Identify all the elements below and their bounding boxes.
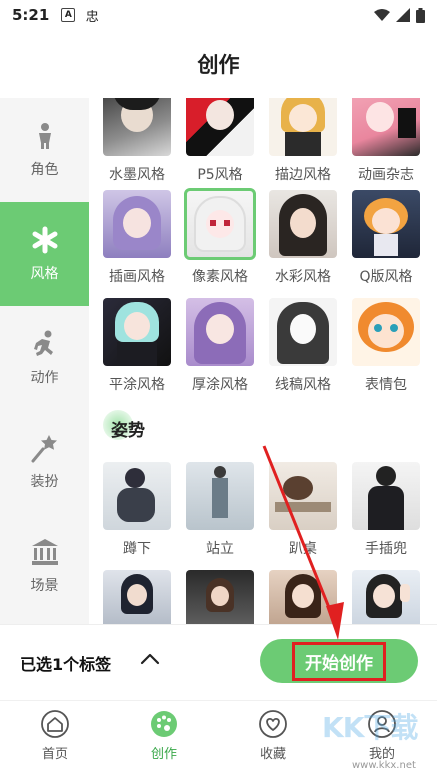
style-thumbnail	[103, 190, 171, 258]
page-title: 创作	[197, 53, 240, 77]
tab-label: 首页	[41, 747, 68, 762]
selection-bar: 已选1个标签 开始创作	[0, 624, 437, 696]
sidebar-item-label: 装扮	[30, 474, 59, 490]
style-card-ink[interactable]: 水墨风格	[102, 98, 172, 184]
start-create-label: 开始创作	[292, 641, 386, 681]
sidebar-item-label: 场景	[30, 578, 59, 594]
building-icon	[31, 539, 58, 565]
pose-card-desk[interactable]: 趴桌	[268, 462, 338, 558]
palette-icon	[151, 711, 177, 737]
running-icon	[33, 330, 53, 356]
home-icon	[41, 710, 69, 738]
pose-label: 手插兜	[365, 541, 407, 557]
pose-label: 站立	[206, 541, 234, 557]
style-thumbnail	[352, 98, 420, 156]
pose-card-8[interactable]	[351, 570, 421, 624]
style-thumbnail	[269, 98, 337, 156]
style-thumbnail	[269, 190, 337, 258]
notification-app-icon: 忠	[85, 9, 99, 25]
pose-thumbnail	[103, 462, 171, 530]
style-thumbnail	[352, 298, 420, 366]
chevron-up-icon[interactable]	[138, 647, 162, 671]
sidebar-item-style[interactable]: 风格	[0, 202, 89, 306]
wifi-icon	[374, 9, 390, 21]
style-label: 平涂风格	[109, 377, 165, 393]
pose-card-squat[interactable]: 蹲下	[102, 462, 172, 558]
style-thumbnail	[103, 98, 171, 156]
pose-card-6[interactable]	[185, 570, 255, 624]
pose-thumbnail	[269, 462, 337, 530]
style-card-illustration[interactable]: 插画风格	[102, 190, 172, 286]
sidebar-item-outfit[interactable]: 装扮	[0, 410, 89, 514]
wand-icon	[31, 435, 57, 463]
battery-icon	[416, 7, 425, 23]
selected-tags-count: 已选1个标签	[20, 655, 112, 674]
style-label: 描边风格	[275, 167, 331, 183]
style-label: 水墨风格	[109, 167, 165, 183]
style-card-watercolor[interactable]: 水彩风格	[268, 190, 338, 286]
section-title-pose: 姿势	[111, 421, 145, 441]
pose-thumbnail	[103, 570, 171, 624]
style-card-lineart[interactable]: 线稿风格	[268, 298, 338, 394]
style-label: 线稿风格	[275, 377, 331, 393]
style-card-p5[interactable]: P5风格	[185, 98, 255, 184]
pose-thumbnail	[186, 462, 254, 530]
style-card-chibi[interactable]: Q版风格	[351, 190, 421, 286]
style-label: 动画杂志	[358, 167, 414, 183]
tab-label: 创作	[150, 747, 177, 762]
style-thumbnail	[269, 298, 337, 366]
person-icon	[38, 123, 51, 149]
style-card-sticker[interactable]: 表情包	[351, 298, 421, 394]
sidebar-item-scene[interactable]: 场景	[0, 514, 89, 618]
signal-icon	[396, 8, 410, 22]
sidebar-item-label: 角色	[30, 162, 59, 178]
style-label: 水彩风格	[275, 269, 331, 285]
sidebar-item-label: 动作	[30, 370, 59, 386]
style-label: P5风格	[197, 167, 243, 183]
style-thumbnail	[352, 190, 420, 258]
pose-thumbnail	[352, 570, 420, 624]
pose-label: 蹲下	[123, 541, 151, 557]
pose-card-5[interactable]	[102, 570, 172, 624]
style-grid: 水墨风格 P5风格 描边风格 动画杂志 插画风格 像素风格 水彩风格 Q版风格 …	[89, 98, 437, 624]
watermark-logo: KK下载	[322, 711, 418, 744]
style-thumbnail	[186, 298, 254, 366]
style-label: 插画风格	[109, 269, 165, 285]
pose-card-hands-in-pockets[interactable]: 手插兜	[351, 462, 421, 558]
sidebar-item-role[interactable]: 角色	[0, 98, 89, 202]
style-card-thick-paint[interactable]: 厚涂风格	[185, 298, 255, 394]
style-card-anime-magazine[interactable]: 动画杂志	[351, 98, 421, 184]
tab-create[interactable]: 创作	[129, 709, 199, 762]
tab-favorites[interactable]: 收藏	[238, 709, 308, 762]
notification-a-icon: A	[61, 8, 76, 22]
asterisk-icon	[32, 226, 57, 254]
tab-label: 收藏	[259, 747, 286, 762]
pose-thumbnail	[269, 570, 337, 624]
pose-label: 趴桌	[289, 541, 317, 557]
sidebar-item-label: 风格	[30, 266, 59, 282]
style-label: 像素风格	[192, 269, 248, 285]
style-thumbnail	[103, 298, 171, 366]
style-label: Q版风格	[359, 269, 413, 285]
pose-card-7[interactable]	[268, 570, 338, 624]
category-sidebar: 角色 风格 动作 装扮 场景	[0, 98, 89, 624]
style-thumbnail	[186, 98, 254, 156]
pose-thumbnail	[352, 462, 420, 530]
pose-card-stand[interactable]: 站立	[185, 462, 255, 558]
style-card-outline[interactable]: 描边风格	[268, 98, 338, 184]
pose-thumbnail	[186, 570, 254, 624]
sidebar-item-action[interactable]: 动作	[0, 306, 89, 410]
style-label: 表情包	[365, 377, 407, 393]
tab-home[interactable]: 首页	[20, 709, 90, 762]
page-header: 创作	[0, 30, 437, 98]
status-time: 5:21	[12, 6, 50, 24]
heart-icon	[259, 710, 287, 738]
status-bar: 5:21 A 忠	[0, 0, 437, 30]
start-create-button[interactable]: 开始创作	[260, 639, 418, 683]
style-card-flat[interactable]: 平涂风格	[102, 298, 172, 394]
style-thumbnail-selected	[184, 188, 256, 260]
style-card-pixel[interactable]: 像素风格	[184, 188, 256, 286]
watermark-url: www.kkx.net	[352, 760, 416, 771]
style-label: 厚涂风格	[192, 377, 248, 393]
